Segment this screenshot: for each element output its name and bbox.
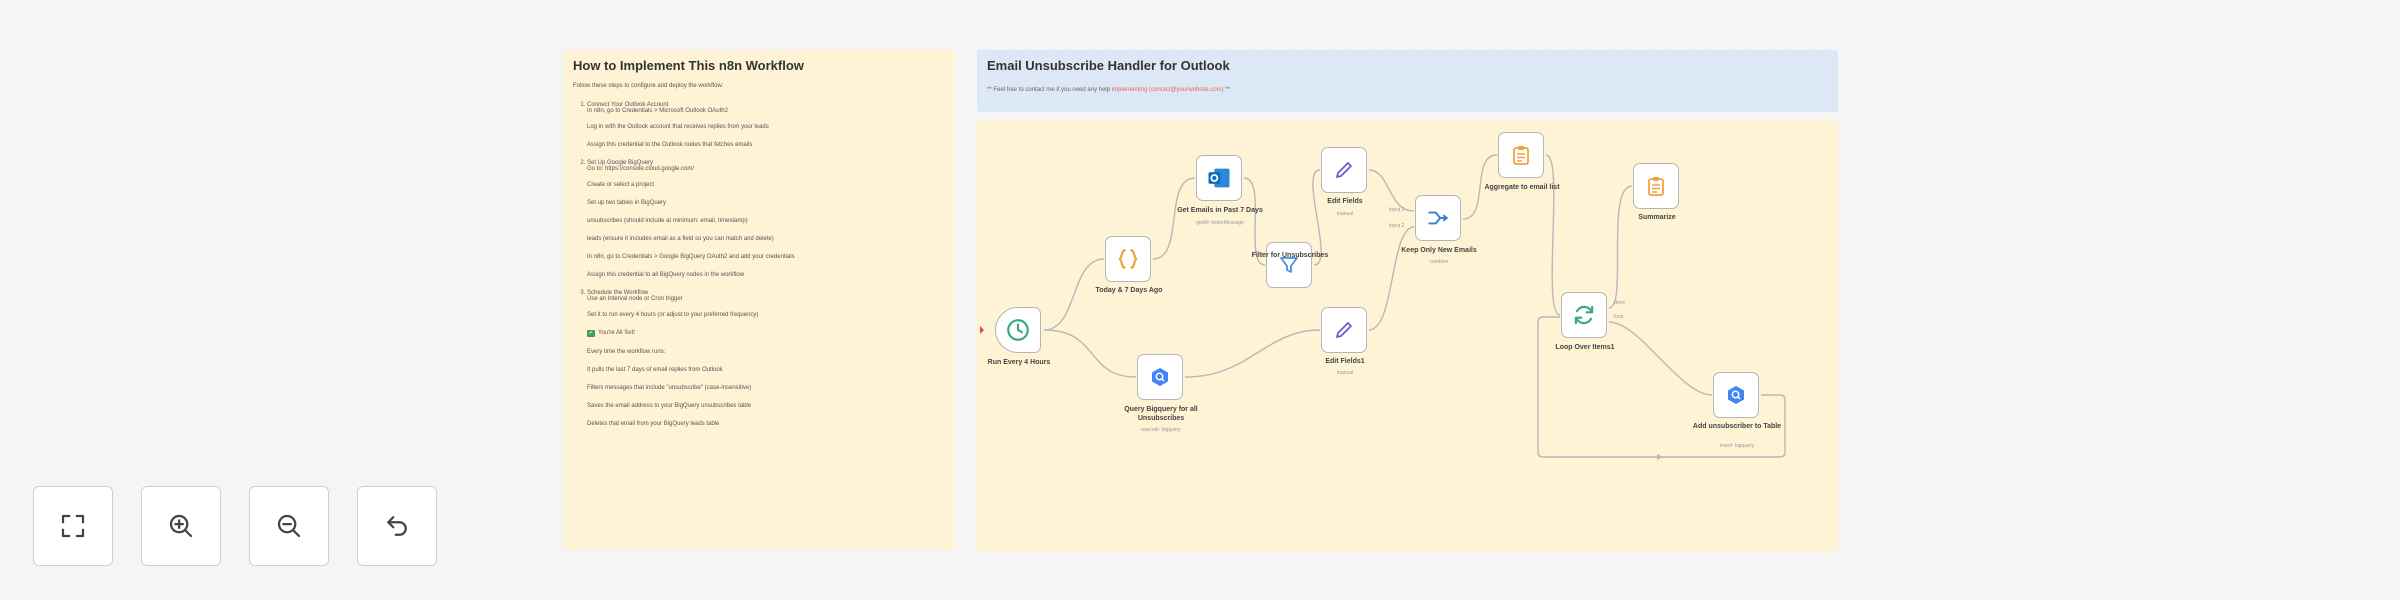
- clipboard-icon: [1513, 146, 1529, 165]
- clipboard-icon: [1648, 177, 1664, 196]
- node-subtitle: getAll: folderMessage: [1195, 220, 1245, 226]
- node-label: Today & 7 Days Ago: [1095, 287, 1163, 294]
- node-subtitle: combine: [1429, 259, 1449, 265]
- bigquery-icon: [1728, 386, 1744, 404]
- bigquery-icon: [1152, 368, 1168, 386]
- port-label-done: done: [1614, 300, 1626, 306]
- node-label: Edit Fields: [1327, 198, 1363, 205]
- node-label: Get Emails in Past 7 Days: [1177, 207, 1263, 214]
- port-label-input2: Input 2: [1389, 223, 1405, 229]
- node-label: Query Bigquery for all Unsubscribes: [1124, 406, 1198, 422]
- outlook-icon: [1208, 168, 1230, 188]
- fullscreen-icon: [61, 514, 85, 538]
- node-loop-over-items[interactable]: [1561, 292, 1607, 338]
- node-aggregate[interactable]: [1498, 132, 1544, 178]
- clock-icon: [1007, 319, 1029, 341]
- node-label: Run Every 4 Hours: [987, 359, 1051, 366]
- node-today-7-days-ago[interactable]: [1105, 236, 1151, 282]
- connection-edit-fields1-to-merge-in2: [1368, 226, 1415, 331]
- node-label: Edit Fields1: [1325, 358, 1365, 365]
- node-keep-only-new[interactable]: [1415, 195, 1461, 241]
- connection-loop-done-to-summarize: [1608, 185, 1633, 309]
- node-subtitle: insert: bigquery: [1719, 443, 1755, 449]
- node-label: Summarize: [1638, 214, 1676, 221]
- fit-view-button[interactable]: [33, 486, 113, 566]
- undo-icon: [387, 516, 407, 536]
- node-summarize[interactable]: [1633, 163, 1679, 209]
- node-filter-unsubscribes[interactable]: [1266, 242, 1312, 288]
- node-label: Keep Only New Emails: [1401, 247, 1477, 254]
- node-label: Add unsubscriber to Table: [1692, 423, 1782, 430]
- node-edit-fields1[interactable]: [1321, 307, 1367, 353]
- port-label-loop: loop: [1614, 314, 1624, 320]
- refresh-icon: [1574, 305, 1594, 325]
- connection-code-to-outlook: [1152, 177, 1196, 260]
- zoom-in-icon: [169, 514, 193, 538]
- connection-aggregate-to-loop: [1545, 154, 1561, 316]
- node-label: Loop Over Items1: [1555, 344, 1615, 351]
- node-edit-fields[interactable]: [1321, 147, 1367, 193]
- node-run-every-4-hours[interactable]: [995, 307, 1041, 353]
- connection-loop-to-add-unsubscriber: [1608, 321, 1713, 396]
- trigger-marker: [980, 326, 984, 334]
- code-braces-icon: [1118, 249, 1138, 269]
- node-get-emails[interactable]: [1196, 155, 1242, 201]
- merge-icon: [1428, 211, 1449, 225]
- reset-zoom-button[interactable]: [357, 486, 437, 566]
- pencil-icon: [1336, 322, 1352, 338]
- node-subtitle: execute: bigquery: [1141, 427, 1181, 433]
- node-label: Filter for Unsubscribes: [1251, 252, 1329, 259]
- node-label: Aggregate to email list: [1484, 184, 1560, 191]
- port-label-input1: Input 1: [1389, 207, 1405, 213]
- zoom-out-icon: [277, 514, 301, 538]
- node-subtitle: manual: [1336, 370, 1354, 376]
- node-query-bigquery[interactable]: [1137, 354, 1183, 400]
- zoom-in-button[interactable]: [141, 486, 221, 566]
- zoom-out-button[interactable]: [249, 486, 329, 566]
- node-subtitle: manual: [1336, 211, 1354, 217]
- node-add-unsubscriber[interactable]: [1713, 372, 1759, 418]
- connection-filter-to-edit-fields: [1312, 169, 1322, 266]
- pencil-icon: [1336, 162, 1352, 178]
- connection-trigger-to-bigquery: [1043, 329, 1137, 378]
- loopback-arrow-head: [1657, 454, 1663, 460]
